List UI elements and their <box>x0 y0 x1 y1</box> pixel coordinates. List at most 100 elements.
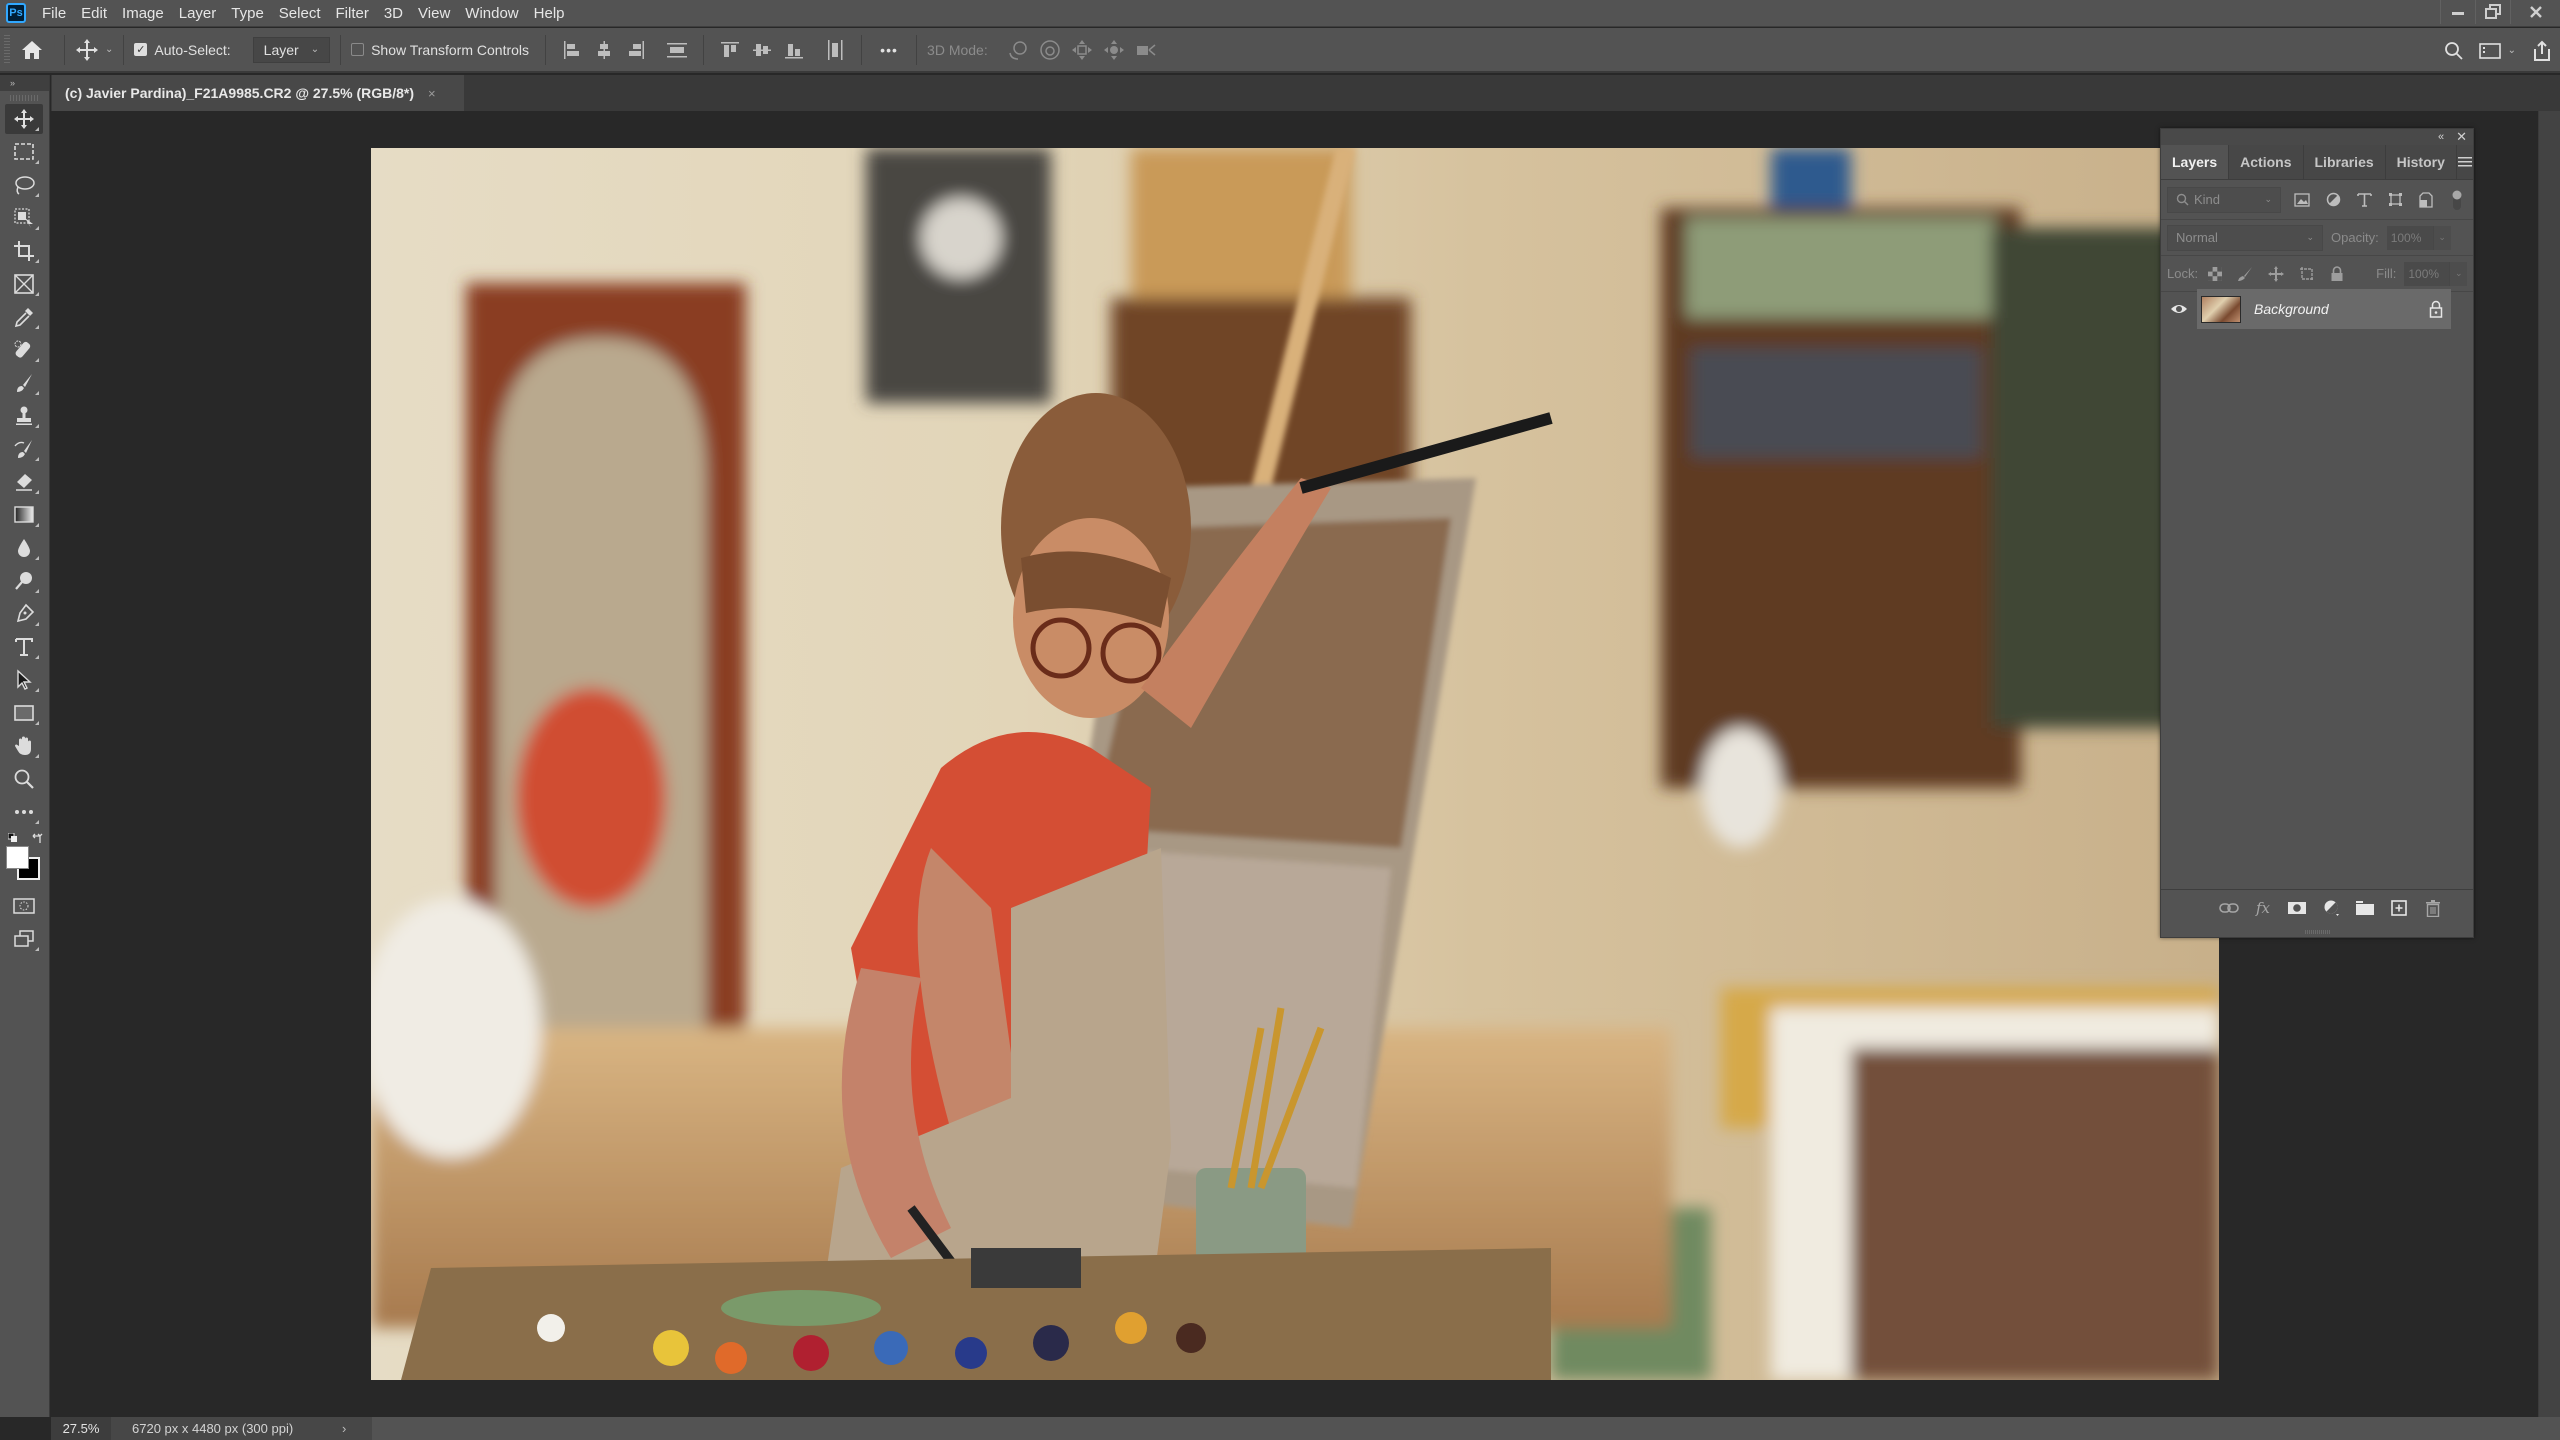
link-layers-button[interactable] <box>2219 898 2239 918</box>
blur-tool[interactable] <box>5 533 43 563</box>
menu-help[interactable]: Help <box>534 5 565 22</box>
filter-smart-object-button[interactable] <box>2416 190 2436 210</box>
auto-select-checkbox[interactable]: ✓ <box>134 43 148 56</box>
filter-shape-button[interactable] <box>2385 190 2405 210</box>
tab-libraries[interactable]: Libraries <box>2304 145 2386 179</box>
swap-colors-icon[interactable] <box>31 833 43 845</box>
path-selection-tool[interactable] <box>5 665 43 695</box>
document-image[interactable] <box>371 148 2219 1380</box>
screen-mode-button[interactable] <box>5 924 43 954</box>
align-horizontal-center-button[interactable] <box>593 39 615 61</box>
filter-adjustment-button[interactable] <box>2323 190 2343 210</box>
toolbar-expand-button[interactable]: » <box>0 75 49 91</box>
new-group-button[interactable] <box>2355 898 2375 918</box>
lock-all-button[interactable] <box>2329 265 2347 283</box>
lock-transparent-pixels-button[interactable] <box>2206 265 2224 283</box>
lock-position-button[interactable] <box>2267 265 2285 283</box>
filter-type-button[interactable] <box>2354 190 2374 210</box>
eraser-tool[interactable] <box>5 467 43 497</box>
new-adjustment-layer-button[interactable] <box>2321 898 2341 918</box>
fill-slider-button[interactable]: ⌄ <box>2449 261 2468 286</box>
tab-layers[interactable]: Layers <box>2161 145 2230 179</box>
layer-item[interactable]: Background <box>2197 289 2451 329</box>
3d-roll-button[interactable] <box>1039 39 1061 61</box>
workspace-button[interactable] <box>2472 42 2508 60</box>
close-document-button[interactable]: × <box>428 86 436 101</box>
document-tab[interactable]: (c) Javier Pardina)_F21A9985.CR2 @ 27.5%… <box>52 75 464 111</box>
lock-artboard-button[interactable] <box>2298 265 2316 283</box>
menu-layer[interactable]: Layer <box>179 5 217 22</box>
fill-input[interactable]: 100% <box>2404 261 2450 286</box>
quick-mask-button[interactable] <box>5 891 43 921</box>
blend-mode-dropdown[interactable]: Normal ⌄ <box>2167 224 2323 251</box>
menu-3d[interactable]: 3D <box>384 5 403 22</box>
rectangle-tool[interactable] <box>5 698 43 728</box>
menu-type[interactable]: Type <box>231 5 264 22</box>
type-tool[interactable] <box>5 632 43 662</box>
panel-resize-grip[interactable] <box>2305 930 2331 934</box>
align-vertical-center-button[interactable] <box>751 39 773 61</box>
new-layer-button[interactable] <box>2389 898 2409 918</box>
right-dock-strip[interactable] <box>2538 111 2560 1417</box>
tab-history[interactable]: History <box>2386 145 2457 179</box>
minimize-button[interactable] <box>2440 0 2475 24</box>
panel-title-bar[interactable]: « ✕ <box>2161 129 2473 145</box>
lasso-tool[interactable] <box>5 170 43 200</box>
filter-kind-dropdown[interactable]: Kind ⌄ <box>2167 186 2281 213</box>
chevron-down-icon[interactable]: ⌄ <box>2508 45 2516 56</box>
menu-select[interactable]: Select <box>279 5 321 22</box>
opacity-slider-button[interactable]: ⌄ <box>2432 225 2451 250</box>
distribute-vertical-button[interactable] <box>666 39 688 61</box>
toolbar-grip[interactable] <box>10 95 39 101</box>
search-button[interactable] <box>2436 41 2472 61</box>
align-left-button[interactable] <box>561 39 583 61</box>
opacity-input[interactable]: 100% <box>2386 225 2433 250</box>
tab-actions[interactable]: Actions <box>2229 145 2304 179</box>
menu-view[interactable]: View <box>418 5 450 22</box>
hand-tool[interactable] <box>5 731 43 761</box>
menu-edit[interactable]: Edit <box>81 5 107 22</box>
clone-stamp-tool[interactable] <box>5 401 43 431</box>
edit-toolbar-button[interactable] <box>5 797 43 827</box>
object-selection-tool[interactable] <box>5 203 43 233</box>
align-right-button[interactable] <box>625 39 647 61</box>
eyedropper-tool[interactable] <box>5 302 43 332</box>
history-brush-tool[interactable] <box>5 434 43 464</box>
3d-orbit-button[interactable] <box>1007 39 1029 61</box>
share-button[interactable] <box>2524 40 2560 62</box>
zoom-level-field[interactable]: 27.5% <box>51 1417 111 1440</box>
layer-row[interactable]: Background <box>2161 289 2473 329</box>
menu-filter[interactable]: Filter <box>336 5 369 22</box>
collapse-panel-icon[interactable]: « <box>2438 131 2444 143</box>
add-layer-mask-button[interactable] <box>2287 898 2307 918</box>
align-bottom-button[interactable] <box>783 39 805 61</box>
move-tool[interactable] <box>5 104 43 134</box>
brush-tool[interactable] <box>5 368 43 398</box>
pen-tool[interactable] <box>5 599 43 629</box>
home-button[interactable] <box>10 40 54 60</box>
align-top-button[interactable] <box>719 39 741 61</box>
foreground-color-swatch[interactable] <box>6 846 29 869</box>
more-options-button[interactable]: ••• <box>872 42 906 58</box>
show-transform-controls-checkbox[interactable] <box>351 43 365 56</box>
frame-tool[interactable] <box>5 269 43 299</box>
status-info-menu-button[interactable]: › <box>342 1421 362 1436</box>
3d-pan-button[interactable] <box>1071 39 1093 61</box>
3d-slide-button[interactable] <box>1103 39 1125 61</box>
menu-window[interactable]: Window <box>465 5 518 22</box>
layer-visibility-toggle[interactable] <box>2161 289 2197 329</box>
dodge-tool[interactable] <box>5 566 43 596</box>
spot-healing-brush-tool[interactable] <box>5 335 43 365</box>
filter-pixel-button[interactable] <box>2292 190 2312 210</box>
3d-scale-button[interactable] <box>1135 39 1157 61</box>
tool-preset-picker[interactable]: ⌄ <box>75 38 113 62</box>
zoom-tool[interactable] <box>5 764 43 794</box>
close-panel-button[interactable]: ✕ <box>2456 129 2467 145</box>
gradient-tool[interactable] <box>5 500 43 530</box>
lock-image-pixels-button[interactable] <box>2237 265 2255 283</box>
auto-select-target-dropdown[interactable]: Layer ⌄ <box>252 36 331 63</box>
distribute-horizontal-button[interactable] <box>824 39 846 61</box>
restore-button[interactable] <box>2475 0 2510 24</box>
filter-toggle[interactable] <box>2447 190 2467 210</box>
add-layer-style-button[interactable]: fx <box>2253 898 2273 918</box>
